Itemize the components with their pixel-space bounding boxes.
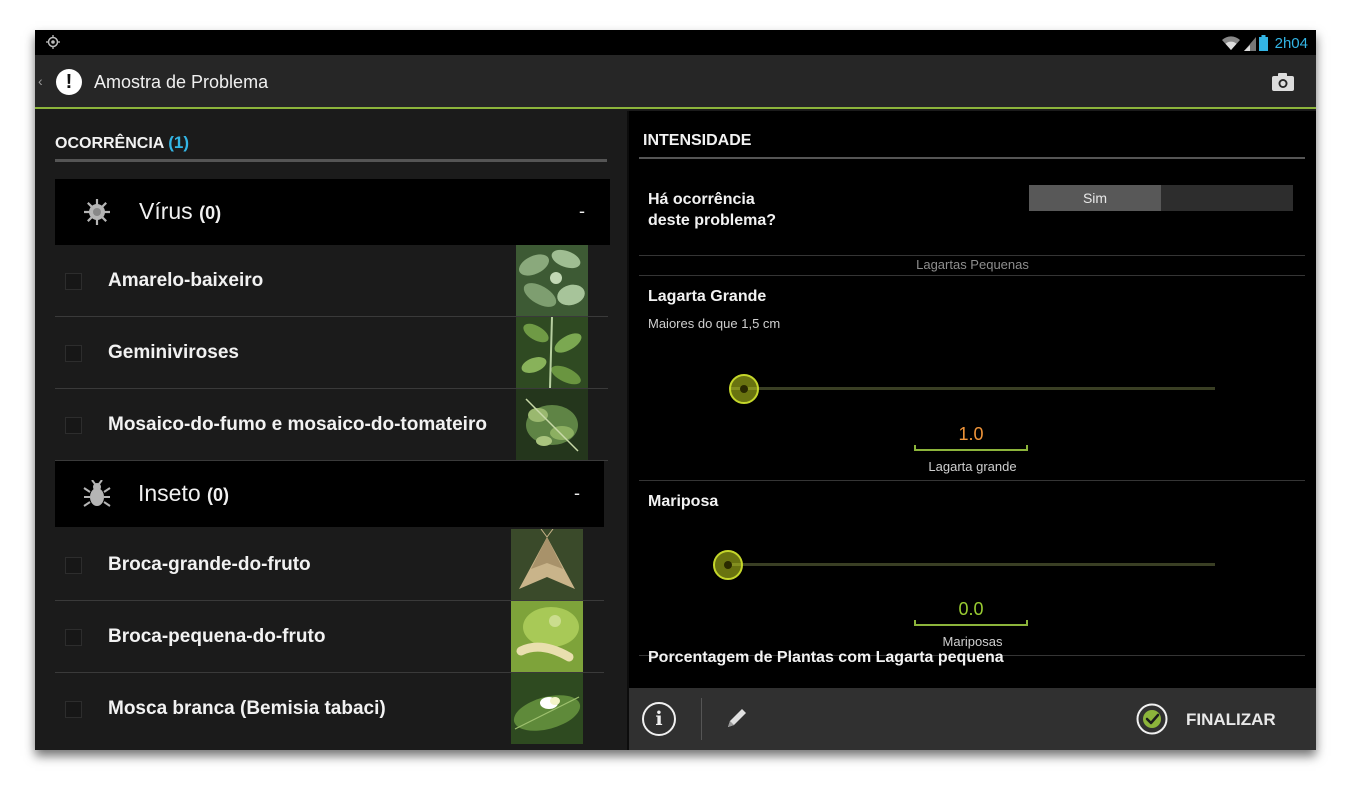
group-name: Inseto — [138, 480, 201, 506]
value-caption: Lagarta grande — [928, 459, 1017, 474]
clock: 2h04 — [1274, 34, 1308, 52]
status-bar: 2h04 — [35, 30, 1316, 55]
moth-photo — [511, 529, 583, 600]
slider-title-lagarta-grande: Lagarta Grande — [648, 288, 767, 305]
divider — [639, 275, 1305, 276]
list-item[interactable]: Mosca branca (Bemisia tabaci) — [55, 673, 604, 745]
list-item[interactable]: Mosaico-do-fumo e mosaico-do-tomateiro — [55, 389, 608, 461]
question-line-2: deste problema? — [648, 212, 777, 229]
checkbox[interactable] — [65, 557, 82, 574]
page-title: Amostra de Problema — [94, 72, 269, 92]
leaf-photo — [516, 245, 588, 316]
occurrence-question: Há ocorrência deste problema? — [648, 189, 776, 231]
list-item[interactable]: Geminiviroses — [55, 317, 608, 389]
leaf-photo — [516, 389, 588, 460]
list-item[interactable]: Amarelo-baixeiro — [55, 245, 608, 317]
camera-icon[interactable] — [1272, 73, 1294, 91]
pencil-icon[interactable] — [725, 706, 749, 730]
checkbox[interactable] — [65, 417, 82, 434]
divider — [639, 480, 1305, 481]
question-line-1: Há ocorrência — [648, 191, 755, 208]
value-caption: Mariposas — [942, 634, 1003, 649]
occurrence-toggle[interactable]: Sim — [1029, 185, 1293, 211]
check-circle-icon — [1136, 703, 1168, 735]
list-item[interactable]: Broca-grande-do-fruto — [55, 529, 604, 601]
group-title-virus: Vírus (0) — [139, 198, 221, 225]
divider — [639, 255, 1305, 256]
group-count: (0) — [207, 485, 230, 505]
checkbox[interactable] — [65, 629, 82, 646]
occurrence-header-label: OCORRÊNCIA — [55, 135, 164, 152]
group-name: Vírus — [139, 198, 193, 224]
intensity-panel: INTENSIDADE Há ocorrência deste problema… — [629, 111, 1316, 688]
list-item[interactable]: Broca-pequena-do-fruto — [55, 601, 604, 673]
finalize-label: FINALIZAR — [1186, 710, 1276, 729]
checkbox[interactable] — [65, 273, 82, 290]
checkbox[interactable] — [65, 345, 82, 362]
signal-icon — [1243, 37, 1256, 51]
group-count: (0) — [199, 203, 222, 223]
slider-thumb[interactable] — [729, 374, 759, 404]
percentage-title: Porcentagem de Plantas com Lagarta peque… — [648, 649, 1004, 666]
status-icons: 2h04 — [1221, 32, 1308, 54]
item-label: Broca-grande-do-fruto — [108, 554, 311, 575]
item-label: Amarelo-baixeiro — [108, 270, 264, 291]
bottom-toolbar: i FINALIZAR — [629, 688, 1316, 750]
battery-icon — [1258, 35, 1268, 51]
back-chevron-icon[interactable]: ‹ — [38, 73, 43, 89]
whitefly-photo — [511, 673, 583, 744]
group-title-insect: Inseto (0) — [138, 480, 229, 507]
virus-icon — [84, 199, 110, 225]
insect-icon — [83, 480, 111, 507]
wifi-icon — [1221, 36, 1240, 50]
slider-title-mariposa: Mariposa — [648, 493, 719, 510]
toolbar-divider — [701, 698, 702, 740]
slider-subtitle: Maiores do que 1,5 cm — [648, 316, 781, 331]
checkbox[interactable] — [65, 701, 82, 718]
divider — [55, 159, 607, 162]
item-label: Mosaico-do-fumo e mosaico-do-tomateiro — [108, 414, 487, 435]
item-label: Mosca branca (Bemisia tabaci) — [108, 698, 386, 719]
gps-icon — [46, 35, 60, 49]
leaf-photo — [516, 317, 588, 388]
toggle-on-label[interactable]: Sim — [1029, 185, 1161, 211]
tablet-screen: 2h04 ‹ ! Amostra de Problema OCORRÊNCIA … — [35, 30, 1316, 750]
value-input[interactable]: 0.0 — [914, 599, 1028, 626]
item-label: Broca-pequena-do-fruto — [108, 626, 326, 647]
slider-thumb[interactable] — [713, 550, 743, 580]
item-label: Geminiviroses — [108, 342, 239, 363]
action-bar: ‹ ! Amostra de Problema — [35, 55, 1316, 109]
intensity-header: INTENSIDADE — [643, 132, 752, 149]
partial-value-label: Lagartas Pequenas — [916, 257, 1029, 272]
larva-photo — [511, 601, 583, 672]
collapse-toggle[interactable]: - — [574, 483, 580, 504]
group-header-virus[interactable]: Vírus (0) - — [55, 179, 610, 245]
divider — [639, 157, 1305, 159]
finalize-button[interactable]: FINALIZAR — [1136, 688, 1316, 750]
collapse-toggle[interactable]: - — [579, 201, 585, 222]
occurrence-list-panel: OCORRÊNCIA (1) Vírus (0) - Amarelo-baixe… — [35, 111, 627, 750]
slider-track[interactable] — [729, 387, 1215, 390]
occurrence-count: (1) — [168, 133, 189, 152]
group-header-insect[interactable]: Inseto (0) - — [55, 461, 604, 527]
alert-icon[interactable]: ! — [56, 69, 82, 95]
occurrence-header: OCORRÊNCIA (1) — [55, 133, 189, 153]
info-icon[interactable]: i — [642, 702, 676, 736]
value-input[interactable]: 1.0 — [914, 424, 1028, 451]
slider-track[interactable] — [729, 563, 1215, 566]
